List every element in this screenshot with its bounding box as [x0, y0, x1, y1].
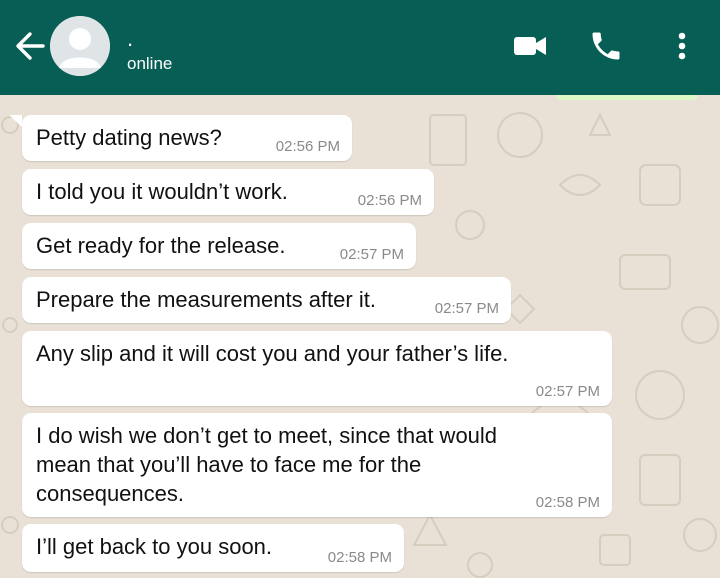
message-time: 02:56 PM	[275, 138, 340, 155]
message-text: I do wish we don’t get to meet, since th…	[36, 423, 498, 506]
message-time: 02:58 PM	[535, 494, 600, 511]
message-time: 02:56 PM	[357, 192, 422, 209]
message-bubble[interactable]: I do wish we don’t get to meet, since th…	[22, 413, 612, 517]
message-bubble[interactable]: Petty dating news? 02:56 PM	[22, 115, 352, 161]
more-options-icon[interactable]	[668, 28, 696, 64]
avatar-icon	[50, 16, 110, 76]
message-bubble[interactable]: Prepare the measurements after it. 02:57…	[22, 277, 511, 323]
message-time: 02:58 PM	[327, 549, 392, 566]
video-call-icon[interactable]	[512, 32, 548, 60]
message-bubble[interactable]: I’ll get back to you soon. 02:58 PM	[22, 524, 404, 572]
contact-status: online	[127, 54, 173, 73]
message-time: 02:57 PM	[535, 383, 600, 400]
contact-name: .	[127, 26, 134, 51]
contact-info[interactable]: . online	[127, 28, 172, 74]
message-text: Any slip and it will cost you and your f…	[36, 341, 509, 366]
phone-call-icon[interactable]	[588, 28, 624, 64]
chat-area[interactable]: Petty dating news? 02:56 PM I told you i…	[0, 95, 720, 578]
bubble-tail	[9, 115, 22, 127]
message-bubble[interactable]: I told you it wouldn’t work. 02:56 PM	[22, 169, 434, 215]
message-bubble[interactable]: Any slip and it will cost you and your f…	[22, 331, 612, 406]
message-text: Prepare the measurements after it.	[36, 287, 376, 312]
outgoing-bubble-edge	[556, 95, 698, 100]
back-arrow-icon[interactable]	[12, 28, 48, 64]
message-time: 02:57 PM	[434, 300, 499, 317]
chat-header: . online	[0, 0, 720, 95]
message-bubble[interactable]: Get ready for the release. 02:57 PM	[22, 223, 416, 269]
message-time: 02:57 PM	[339, 246, 404, 263]
avatar[interactable]	[50, 16, 110, 76]
